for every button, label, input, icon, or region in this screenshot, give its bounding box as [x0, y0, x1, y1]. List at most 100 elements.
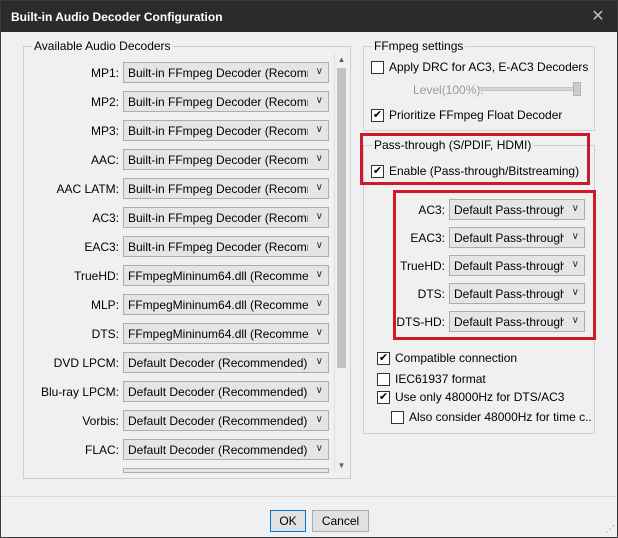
decoder-label: Vorbis:	[82, 414, 119, 428]
chevron-down-icon[interactable]: ∨	[316, 211, 323, 222]
chevron-down-icon[interactable]: ∨	[316, 182, 323, 193]
chevron-down-icon[interactable]: ∨	[316, 327, 323, 338]
chevron-down-icon[interactable]: ∨	[572, 287, 579, 298]
passthrough-select-value: Default Pass-through	[454, 259, 564, 273]
decoder-label: Blu-ray LPCM:	[40, 385, 119, 399]
bottom-separator	[1, 496, 617, 497]
enable-passthrough-label: Enable (Pass-through/Bitstreaming)	[389, 164, 580, 178]
level-slider-track[interactable]	[479, 87, 581, 91]
checkmark-icon: ✔	[378, 391, 389, 403]
passthrough-select-value: Default Pass-through	[454, 287, 564, 301]
decoder-select[interactable]: FFmpegMininum64.dll (Recomme ∨	[123, 323, 329, 344]
compatible-connection-checkbox[interactable]: ✔ Compatible connection	[377, 350, 587, 368]
decoder-select-value: Default Decoder (Recommended)	[128, 414, 308, 428]
compatible-connection-box[interactable]: ✔	[377, 352, 390, 365]
ok-button[interactable]: OK	[270, 510, 306, 532]
apply-drc-box[interactable]	[371, 61, 384, 74]
decoder-select[interactable]: Built-in FFmpeg Decoder (Recomme ∨	[123, 236, 329, 257]
chevron-down-icon[interactable]: ∨	[316, 95, 323, 106]
scroll-down-icon[interactable]: ▼	[335, 459, 348, 473]
close-icon[interactable]: ✕	[587, 6, 609, 28]
iec61937-label: IEC61937 format	[395, 372, 486, 386]
available-decoders-legend: Available Audio Decoders	[34, 39, 171, 53]
chevron-down-icon[interactable]: ∨	[316, 124, 323, 135]
passthrough-select[interactable]: Default Pass-through ∨	[449, 283, 585, 304]
passthrough-select-value: Default Pass-through	[454, 203, 564, 217]
decoder-select[interactable]: Built-in FFmpeg Decoder (Recomme ∨	[123, 178, 329, 199]
decoder-select[interactable]: Built-in FFmpeg Decoder (Recomme ∨	[123, 91, 329, 112]
also-48khz-label: Also consider 48000Hz for time c...	[409, 410, 591, 424]
level-label: Level(100%):	[413, 83, 484, 97]
decoder-select[interactable]: Built-in FFmpeg Decoder (Recomme ∨	[123, 120, 329, 141]
decoder-select[interactable]: Built-in FFmpeg Decoder (Recomme ∨	[123, 207, 329, 228]
decoder-list-scrollbar[interactable]: ▲ ▼	[334, 53, 348, 473]
iec61937-checkbox[interactable]: IEC61937 format	[377, 371, 587, 389]
chevron-down-icon[interactable]: ∨	[316, 240, 323, 251]
decoder-select[interactable]: Default Decoder (Recommended) ∨	[123, 439, 329, 460]
decoder-select-value: Built-in FFmpeg Decoder (Recomme	[128, 211, 308, 225]
chevron-down-icon[interactable]: ∨	[572, 231, 579, 242]
title-bar[interactable]: Built-in Audio Decoder Configuration ✕	[1, 1, 617, 32]
chevron-down-icon[interactable]: ∨	[316, 153, 323, 164]
checkmark-icon: ✔	[372, 109, 383, 121]
chevron-down-icon[interactable]: ∨	[572, 259, 579, 270]
decoder-select[interactable]: Default Decoder (Recommended) ∨	[123, 410, 329, 431]
scroll-thumb[interactable]	[337, 68, 346, 368]
compatible-connection-label: Compatible connection	[395, 351, 518, 365]
passthrough-select[interactable]: Default Pass-through ∨	[449, 227, 585, 248]
chevron-down-icon[interactable]: ∨	[572, 203, 579, 214]
chevron-down-icon[interactable]: ∨	[316, 66, 323, 77]
decoder-select[interactable]: FFmpegMininum64.dll (Recomme ∨	[123, 294, 329, 315]
iec61937-box[interactable]	[377, 373, 390, 386]
passthrough-select[interactable]: Default Pass-through ∨	[449, 255, 585, 276]
chevron-down-icon[interactable]: ∨	[316, 385, 323, 396]
window-title: Built-in Audio Decoder Configuration	[11, 10, 223, 24]
also-48khz-box[interactable]	[391, 411, 404, 424]
passthrough-label: DTS:	[417, 287, 445, 301]
enable-passthrough-box[interactable]: ✔	[371, 165, 384, 178]
decoder-select[interactable]: Default Decoder (Recommended) ∨	[123, 352, 329, 373]
decoder-label: MP2:	[90, 95, 119, 109]
checkmark-icon: ✔	[372, 165, 383, 177]
prioritize-float-checkbox[interactable]: ✔ Prioritize FFmpeg Float Decoder	[371, 107, 591, 125]
decoder-select[interactable]: Built-in FFmpeg Decoder (Recomme ∨	[123, 149, 329, 170]
chevron-down-icon[interactable]: ∨	[316, 443, 323, 454]
prioritize-float-label: Prioritize FFmpeg Float Decoder	[389, 108, 563, 122]
only-48khz-checkbox[interactable]: ✔ Use only 48000Hz for DTS/AC3	[377, 389, 587, 407]
apply-drc-checkbox[interactable]: Apply DRC for AC3, E-AC3 Decoders	[371, 59, 591, 77]
decoder-label: FLAC:	[84, 443, 119, 457]
chevron-down-icon[interactable]: ∨	[316, 356, 323, 367]
resize-grip-icon[interactable]: ⋰	[605, 524, 615, 535]
decoder-select[interactable]: Built-in FFmpeg Decoder (Recomme ∨	[123, 62, 329, 83]
enable-passthrough-checkbox[interactable]: ✔ Enable (Pass-through/Bitstreaming)	[371, 163, 585, 181]
scroll-up-icon[interactable]: ▲	[335, 53, 348, 67]
only-48khz-box[interactable]: ✔	[377, 391, 390, 404]
checkmark-icon: ✔	[378, 352, 389, 364]
decoder-label: AC3:	[92, 211, 119, 225]
passthrough-select[interactable]: Default Pass-through ∨	[449, 199, 585, 220]
passthrough-select[interactable]: Default Pass-through ∨	[449, 311, 585, 332]
dialog-body: Available Audio Decoders MP1: Built-in FF…	[1, 32, 617, 537]
decoder-select-partial[interactable]	[123, 468, 329, 473]
prioritize-float-box[interactable]: ✔	[371, 109, 384, 122]
chevron-down-icon[interactable]: ∨	[316, 414, 323, 425]
ffmpeg-settings-legend: FFmpeg settings	[374, 39, 464, 53]
level-slider-thumb[interactable]	[573, 82, 581, 96]
passthrough-label: TrueHD:	[400, 259, 445, 273]
decoder-select-value: Built-in FFmpeg Decoder (Recomme	[128, 124, 308, 138]
also-48khz-checkbox[interactable]: Also consider 48000Hz for time c...	[391, 409, 591, 427]
only-48khz-label: Use only 48000Hz for DTS/AC3	[395, 390, 565, 404]
chevron-down-icon[interactable]: ∨	[316, 298, 323, 309]
decoder-select[interactable]: FFmpegMininum64.dll (Recomme ∨	[123, 265, 329, 286]
passthrough-label: DTS-HD:	[396, 315, 445, 329]
passthrough-label: EAC3:	[410, 231, 445, 245]
cancel-button[interactable]: Cancel	[312, 510, 369, 532]
decoder-label: EAC3:	[84, 240, 119, 254]
decoder-select-value: Built-in FFmpeg Decoder (Recomme	[128, 240, 308, 254]
chevron-down-icon[interactable]: ∨	[572, 315, 579, 326]
decoder-label: TrueHD:	[74, 269, 119, 283]
chevron-down-icon[interactable]: ∨	[316, 269, 323, 280]
decoder-select-value: Default Decoder (Recommended)	[128, 356, 308, 370]
passthrough-select-value: Default Pass-through	[454, 231, 564, 245]
decoder-select[interactable]: Default Decoder (Recommended) ∨	[123, 381, 329, 402]
